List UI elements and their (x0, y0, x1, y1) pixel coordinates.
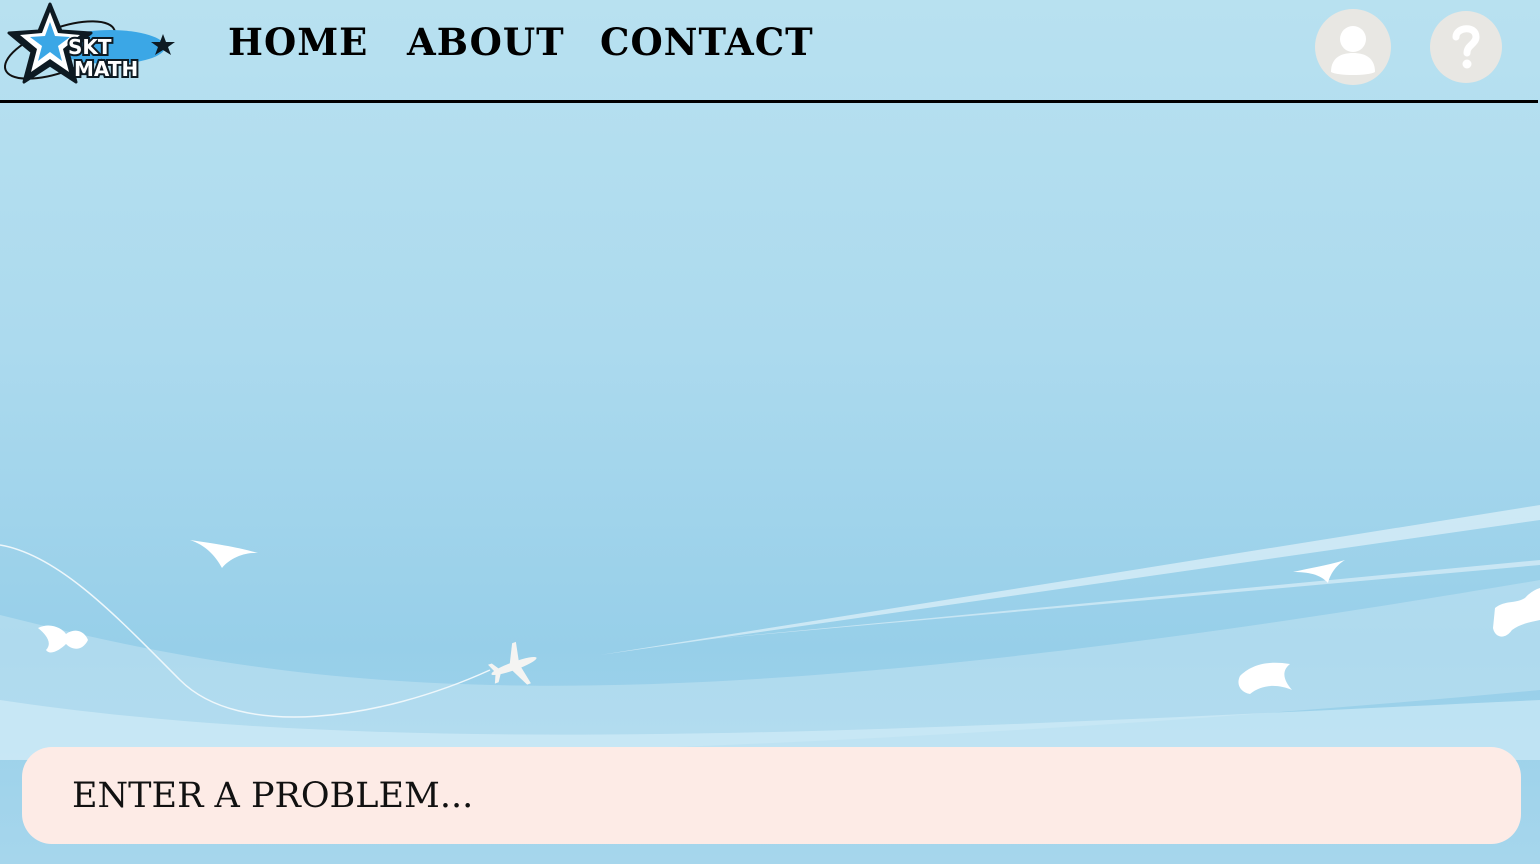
bird-icon (190, 540, 258, 568)
nav-about-link[interactable]: ABOUT (407, 20, 565, 64)
skt-math-logo[interactable]: SKT MATH (0, 0, 180, 95)
user-icon (1331, 26, 1375, 75)
sky-background (0, 505, 1540, 760)
question-mark-icon (1452, 25, 1480, 69)
help-button[interactable] (1430, 11, 1502, 83)
profile-button[interactable] (1315, 9, 1391, 85)
problem-input-bar (22, 747, 1521, 844)
nav-home-link[interactable]: HOME (228, 20, 368, 64)
problem-input[interactable] (72, 769, 1472, 823)
svg-text:MATH: MATH (74, 57, 138, 81)
svg-text:SKT: SKT (68, 35, 112, 59)
top-navbar: SKT MATH HOME ABOUT CONTACT (0, 0, 1538, 103)
nav-contact-link[interactable]: CONTACT (600, 20, 814, 64)
page: SKT MATH HOME ABOUT CONTACT (0, 0, 1540, 864)
